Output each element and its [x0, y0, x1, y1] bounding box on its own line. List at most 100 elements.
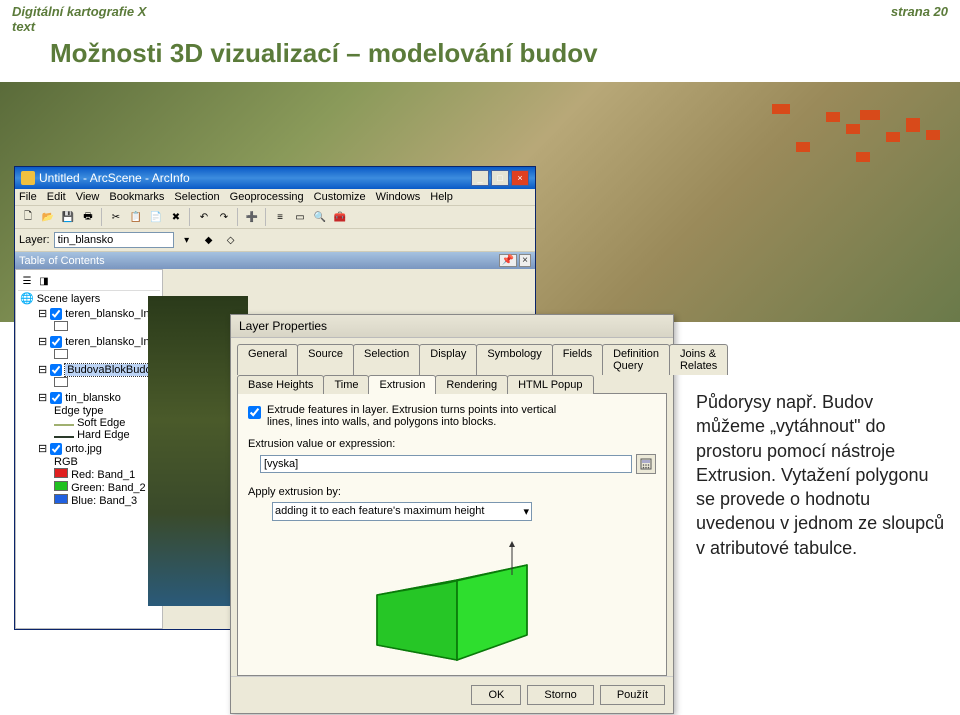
cancel-button[interactable]: Storno — [527, 685, 593, 705]
dialog-title[interactable]: Layer Properties — [231, 315, 673, 338]
minimize-button[interactable]: _ — [471, 170, 489, 186]
header-sub: text — [12, 19, 146, 34]
slide-title: Možnosti 3D vizualizací – modelování bud… — [50, 38, 598, 69]
catalog-icon[interactable]: ▭ — [291, 208, 309, 226]
tab-base-heights[interactable]: Base Heights — [237, 375, 324, 394]
toc-subheading: RGB — [54, 456, 160, 468]
toc-label-selected: BudovaBlokBudov — [65, 364, 159, 376]
page-number: strana 20 — [891, 4, 948, 34]
toc-label: teren_blansko_InterpolateSha1 — [65, 308, 158, 320]
app-icon — [21, 171, 35, 185]
tab-extrusion[interactable]: Extrusion — [368, 375, 436, 394]
toc-layer[interactable]: ⊟ teren_blansko_InterpolateSha2 — [36, 334, 160, 349]
save-icon[interactable]: 💾 — [59, 208, 77, 226]
toc-sublabel: Hard Edge — [77, 429, 130, 441]
band-swatch — [54, 468, 68, 478]
tin-toolbar: Layer: ▾ ◆ ◇ — [15, 229, 535, 252]
toolbox-icon[interactable]: 🧰 — [331, 208, 349, 226]
tab-rendering[interactable]: Rendering — [435, 375, 508, 394]
tab-symbology[interactable]: Symbology — [476, 344, 552, 375]
layer-combo[interactable] — [54, 232, 174, 248]
layer-checkbox[interactable] — [50, 392, 62, 404]
chevron-down-icon: ▾ — [523, 505, 529, 518]
tab-definition-query[interactable]: Definition Query — [602, 344, 670, 375]
apply-label: Apply extrusion by: — [248, 486, 656, 498]
extrude-checkbox[interactable] — [248, 406, 261, 419]
print-icon[interactable]: 🖶 — [79, 208, 97, 226]
layer-checkbox[interactable] — [50, 443, 62, 455]
layer-checkbox[interactable] — [50, 336, 62, 348]
open-icon[interactable]: 📂 — [39, 208, 57, 226]
toc-list-by-drawing-icon[interactable]: ☰ — [20, 274, 34, 288]
redo-icon[interactable]: ↷ — [215, 208, 233, 226]
toc-label: tin_blansko — [65, 392, 121, 404]
expression-label: Extrusion value or expression: — [248, 438, 656, 450]
menu-bookmarks[interactable]: Bookmarks — [109, 191, 164, 203]
toc-title: Table of Contents — [19, 255, 105, 267]
toc-root[interactable]: 🌐 Scene layers — [18, 291, 160, 306]
menu-selection[interactable]: Selection — [174, 191, 219, 203]
apply-extrusion-select[interactable]: adding it to each feature's maximum heig… — [272, 502, 532, 521]
tab-time[interactable]: Time — [323, 375, 369, 394]
undo-icon[interactable]: ↶ — [195, 208, 213, 226]
toc-layer[interactable]: ⊟ orto.jpg — [36, 441, 160, 456]
tab-general[interactable]: General — [237, 344, 298, 375]
toc-layer[interactable]: ⊟ teren_blansko_InterpolateSha1 — [36, 306, 160, 321]
menu-windows[interactable]: Windows — [376, 191, 421, 203]
tin-tool-1-icon[interactable]: ◆ — [200, 231, 218, 249]
toc-root-label: Scene layers — [37, 293, 101, 305]
tab-joins-relates[interactable]: Joins & Relates — [669, 344, 728, 375]
close-button[interactable]: × — [511, 170, 529, 186]
toc-titlebar[interactable]: Table of Contents 📌 × — [15, 252, 535, 269]
search-icon[interactable]: 🔍 — [311, 208, 329, 226]
toc-layer[interactable]: ⊟ BudovaBlokBudov — [36, 362, 160, 377]
toc-sublabel: Green: Band_2 — [71, 482, 146, 494]
layer-checkbox[interactable] — [50, 364, 62, 376]
tab-display[interactable]: Display — [419, 344, 477, 375]
symbol-swatch[interactable] — [54, 377, 68, 387]
tab-fields[interactable]: Fields — [552, 344, 603, 375]
menu-help[interactable]: Help — [430, 191, 453, 203]
menu-customize[interactable]: Customize — [314, 191, 366, 203]
table-of-contents[interactable]: ☰ ◨ 🌐 Scene layers ⊟ teren_blansko_Inter… — [15, 269, 163, 629]
tab-selection[interactable]: Selection — [353, 344, 420, 375]
header-series: Digitální kartografie X — [12, 4, 146, 19]
slide-body-text: Půdorysy např. Budov můžeme „vytáhnout" … — [696, 390, 946, 560]
tab-source[interactable]: Source — [297, 344, 354, 375]
slide-header: Digitální kartografie X text strana 20 — [0, 0, 960, 38]
toc-list-by-source-icon[interactable]: ◨ — [37, 274, 51, 288]
layer-checkbox[interactable] — [50, 308, 62, 320]
new-icon[interactable]: 🗋 — [19, 208, 37, 226]
cut-icon[interactable]: ✂ — [107, 208, 125, 226]
window-titlebar[interactable]: Untitled - ArcScene - ArcInfo _ □ × — [15, 167, 535, 189]
main-toolbar: 🗋 📂 💾 🖶 ✂ 📋 📄 ✖ ↶ ↷ ➕ ≡ ▭ 🔍 🧰 — [15, 206, 535, 229]
symbol-swatch[interactable] — [54, 349, 68, 359]
copy-icon[interactable]: 📋 — [127, 208, 145, 226]
layer-label: Layer: — [19, 234, 50, 246]
tab-html-popup[interactable]: HTML Popup — [507, 375, 593, 394]
toc-layer[interactable]: ⊟ tin_blansko — [36, 390, 160, 405]
menu-view[interactable]: View — [76, 191, 100, 203]
delete-icon[interactable]: ✖ — [167, 208, 185, 226]
add-data-icon[interactable]: ➕ — [243, 208, 261, 226]
paste-icon[interactable]: 📄 — [147, 208, 165, 226]
toc-icon[interactable]: ≡ — [271, 208, 289, 226]
ok-button[interactable]: OK — [471, 685, 521, 705]
band-swatch — [54, 494, 68, 504]
toc-sublabel: Soft Edge — [77, 417, 125, 429]
symbol-swatch[interactable] — [54, 321, 68, 331]
expression-builder-button[interactable] — [636, 454, 656, 474]
tin-tool-2-icon[interactable]: ◇ — [222, 231, 240, 249]
layer-dropdown-icon[interactable]: ▾ — [178, 231, 196, 249]
toc-close-icon[interactable]: × — [519, 254, 531, 267]
menu-bar: File Edit View Bookmarks Selection Geopr… — [15, 189, 535, 206]
band-swatch — [54, 481, 68, 491]
menu-edit[interactable]: Edit — [47, 191, 66, 203]
menu-geoprocessing[interactable]: Geoprocessing — [230, 191, 304, 203]
maximize-button[interactable]: □ — [491, 170, 509, 186]
toc-pin-icon[interactable]: 📌 — [499, 254, 517, 267]
menu-file[interactable]: File — [19, 191, 37, 203]
toc-subheading: Edge type — [54, 405, 160, 417]
apply-button[interactable]: Použít — [600, 685, 665, 705]
expression-input[interactable] — [260, 455, 632, 473]
